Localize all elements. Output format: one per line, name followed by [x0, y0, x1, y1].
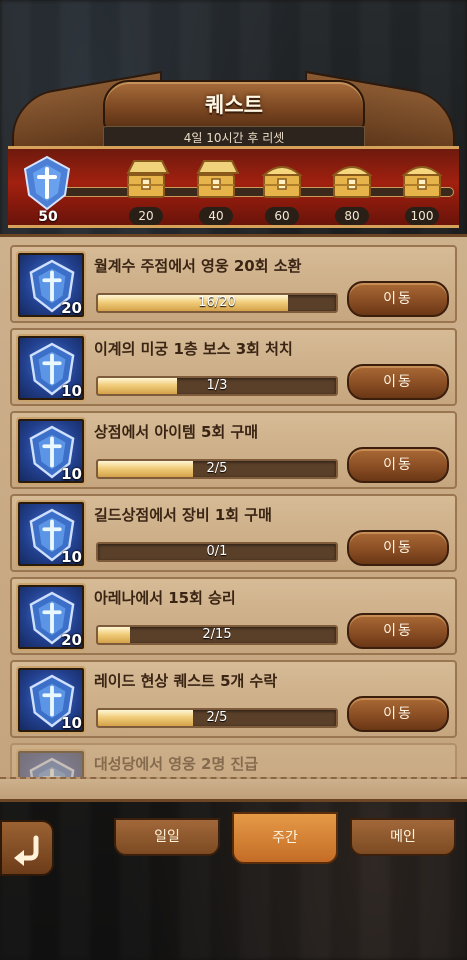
quest-progress-bar: 2/15 — [96, 625, 338, 645]
milestone-label: 80 — [335, 207, 369, 225]
milestone-label: 20 — [129, 207, 163, 225]
tab-weekly[interactable]: 주간 — [232, 812, 338, 864]
quest-points: 10 — [61, 714, 82, 732]
milestone-label: 40 — [199, 207, 233, 225]
quest-shield-icon: 10 — [16, 666, 86, 734]
quest-progress-text: 2/5 — [206, 461, 228, 476]
move-button[interactable]: 이동 — [347, 613, 449, 649]
move-button[interactable]: 이동 — [347, 364, 449, 400]
quest-item: 10 레이드 현상 퀘스트 5개 수락 2/5 이동 — [10, 660, 457, 738]
quest-points: 10 — [61, 548, 82, 566]
quest-progress-text: 0/1 — [206, 544, 228, 559]
treasure-chest-icon[interactable] — [398, 159, 446, 199]
treasure-chest-icon[interactable] — [122, 159, 170, 199]
reward-track — [58, 187, 454, 197]
quest-points: 10 — [61, 465, 82, 483]
back-arrow-icon — [14, 835, 39, 866]
quest-progress-text: 2/15 — [202, 627, 232, 642]
quest-title: 길드상점에서 장비 1회 구매 — [94, 506, 272, 524]
treasure-chest-icon[interactable] — [258, 159, 306, 199]
move-button[interactable]: 이동 — [347, 530, 449, 566]
quest-item: 20 월계수 주점에서 영웅 20회 소환 16/20 이동 — [10, 245, 457, 323]
page-title: 퀘스트 — [205, 93, 263, 117]
back-button[interactable] — [0, 820, 54, 876]
quest-progress-text: 16/20 — [198, 295, 236, 310]
quest-progress-text: 1/3 — [206, 378, 228, 393]
quest-progress-bar: 1/3 — [96, 376, 338, 396]
milestone-label: 100 — [405, 207, 439, 225]
quest-title: 이계의 미궁 1층 보스 3회 처치 — [94, 340, 293, 358]
quest-progress-bar: 2/5 — [96, 459, 338, 479]
quest-points: 20 — [61, 299, 82, 317]
milestone-label: 60 — [265, 207, 299, 225]
quest-progress-bar: 2/5 — [96, 708, 338, 728]
quest-header: 퀘스트 4일 10시간 후 리셋 — [0, 66, 467, 168]
move-button[interactable]: 이동 — [347, 281, 449, 317]
tab-daily[interactable]: 일일 — [114, 818, 220, 856]
quest-progress-bar: 0/1 — [96, 542, 338, 562]
title-plate: 퀘스트 — [103, 80, 365, 130]
quest-list[interactable]: 20 월계수 주점에서 영웅 20회 소환 16/20 이동 10 이계의 미궁 1층 보… — [0, 234, 467, 802]
move-button[interactable]: 이동 — [347, 696, 449, 732]
quest-title: 레이드 현상 퀘스트 5개 수락 — [94, 672, 278, 690]
quest-shield-icon: 10 — [16, 500, 86, 568]
quest-item: 10 길드상점에서 장비 1회 구매 0/1 이동 — [10, 494, 457, 572]
quest-title: 대성당에서 영웅 2명 진급 — [94, 755, 259, 773]
quest-shield-icon: 10 — [16, 417, 86, 485]
shield-emblem-icon — [22, 155, 72, 211]
treasure-chest-icon[interactable] — [328, 159, 376, 199]
quest-shield-icon: 20 — [16, 251, 86, 319]
quest-item: 10 상점에서 아이템 5회 구매 2/5 이동 — [10, 411, 457, 489]
move-button[interactable]: 이동 — [347, 447, 449, 483]
panel-bottom-edge — [0, 777, 467, 799]
quest-progress-bar: 16/20 — [96, 293, 338, 313]
quest-shield-icon: 10 — [16, 334, 86, 402]
quest-shield-icon: 20 — [16, 583, 86, 651]
quest-title: 상점에서 아이템 5회 구매 — [94, 423, 259, 441]
quest-title: 월계수 주점에서 영웅 20회 소환 — [94, 257, 302, 275]
quest-points: 10 — [61, 382, 82, 400]
quest-item: 10 이계의 미궁 1층 보스 3회 처치 1/3 이동 — [10, 328, 457, 406]
quest-progress-text: 2/5 — [206, 710, 228, 725]
quest-points: 20 — [61, 631, 82, 649]
reward-progress-band: 50 20 40 60 80 100 — [8, 146, 459, 228]
quest-item: 20 아레나에서 15회 승리 2/15 이동 — [10, 577, 457, 655]
quest-title: 아레나에서 15회 승리 — [94, 589, 236, 607]
current-points: 50 — [38, 209, 58, 225]
tab-main[interactable]: 메인 — [350, 818, 456, 856]
treasure-chest-icon[interactable] — [192, 159, 240, 199]
